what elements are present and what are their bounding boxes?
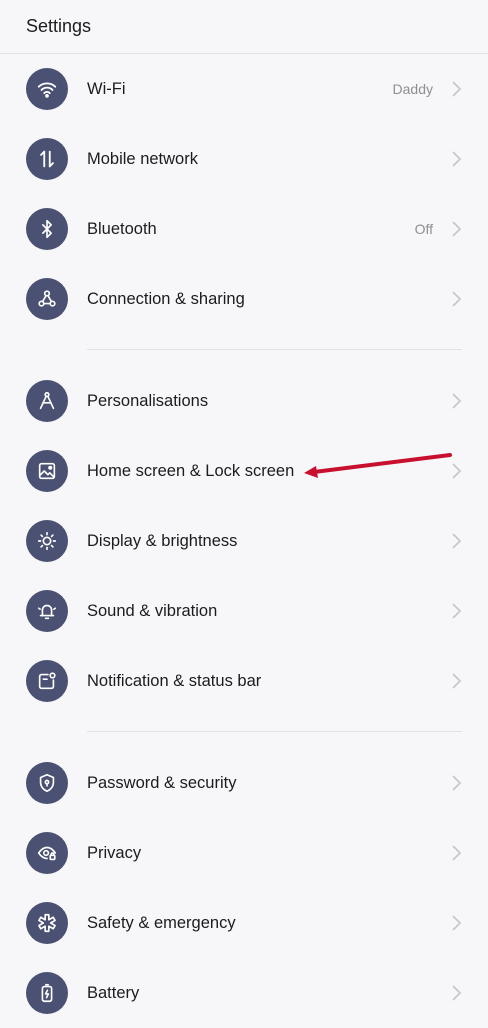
bluetooth-icon <box>26 208 68 250</box>
chevron-right-icon <box>452 533 462 549</box>
settings-item-label: Wi-Fi <box>87 80 126 98</box>
settings-item-sound-vibration[interactable]: Sound & vibration <box>0 576 488 646</box>
chevron-right-icon <box>452 673 462 689</box>
chevron-right-icon <box>452 393 462 409</box>
settings-item-label: Home screen & Lock screen <box>87 462 295 480</box>
settings-item-password-security[interactable]: Password & security <box>0 748 488 818</box>
settings-item-notification-status-bar[interactable]: Notification & status bar <box>0 646 488 716</box>
settings-group-security: Password & security Privacy Safety & eme… <box>0 748 488 1028</box>
settings-item-label: Notification & status bar <box>87 672 262 690</box>
settings-item-label: Connection & sharing <box>87 290 245 308</box>
settings-item-wifi[interactable]: Wi-Fi Daddy <box>0 54 488 124</box>
settings-item-label: Privacy <box>87 844 142 862</box>
settings-item-home-lock-screen[interactable]: Home screen & Lock screen <box>0 436 488 506</box>
settings-item-value: Off <box>414 221 433 237</box>
image-icon <box>26 450 68 492</box>
settings-item-label: Sound & vibration <box>87 602 218 620</box>
chevron-right-icon <box>452 81 462 97</box>
emergency-icon <box>26 902 68 944</box>
settings-item-label: Mobile network <box>87 150 198 168</box>
settings-item-personalisations[interactable]: Personalisations <box>0 366 488 436</box>
settings-item-safety-emergency[interactable]: Safety & emergency <box>0 888 488 958</box>
settings-item-battery[interactable]: Battery <box>0 958 488 1028</box>
settings-item-label: Personalisations <box>87 392 209 410</box>
eye-lock-icon <box>26 832 68 874</box>
chevron-right-icon <box>452 291 462 307</box>
chevron-right-icon <box>452 915 462 931</box>
settings-group-connectivity: Wi-Fi Daddy Mobile network Bluetooth Off… <box>0 54 488 334</box>
chevron-right-icon <box>452 151 462 167</box>
settings-item-label: Safety & emergency <box>87 914 236 932</box>
compass-icon <box>26 380 68 422</box>
battery-icon <box>26 972 68 1014</box>
chevron-right-icon <box>452 221 462 237</box>
settings-item-connection-sharing[interactable]: Connection & sharing <box>0 264 488 334</box>
notification-icon <box>26 660 68 702</box>
settings-item-mobile-network[interactable]: Mobile network <box>0 124 488 194</box>
chevron-right-icon <box>452 463 462 479</box>
settings-item-privacy[interactable]: Privacy <box>0 818 488 888</box>
wifi-icon <box>26 68 68 110</box>
chevron-right-icon <box>452 845 462 861</box>
settings-item-display-brightness[interactable]: Display & brightness <box>0 506 488 576</box>
page-header: Settings <box>0 0 488 54</box>
settings-item-label: Password & security <box>87 774 237 792</box>
brightness-icon <box>26 520 68 562</box>
chevron-right-icon <box>452 985 462 1001</box>
settings-group-appearance: Personalisations Home screen & Lock scre… <box>0 366 488 716</box>
settings-item-label: Battery <box>87 984 140 1002</box>
section-divider <box>0 334 488 366</box>
settings-item-bluetooth[interactable]: Bluetooth Off <box>0 194 488 264</box>
shield-icon <box>26 762 68 804</box>
section-divider <box>0 716 488 748</box>
page-title: Settings <box>26 16 92 36</box>
chevron-right-icon <box>452 775 462 791</box>
bell-icon <box>26 590 68 632</box>
settings-item-value: Daddy <box>392 81 433 97</box>
settings-item-label: Bluetooth <box>87 220 157 238</box>
settings-item-label: Display & brightness <box>87 532 238 550</box>
chevron-right-icon <box>452 603 462 619</box>
mobile-data-icon <box>26 138 68 180</box>
share-icon <box>26 278 68 320</box>
